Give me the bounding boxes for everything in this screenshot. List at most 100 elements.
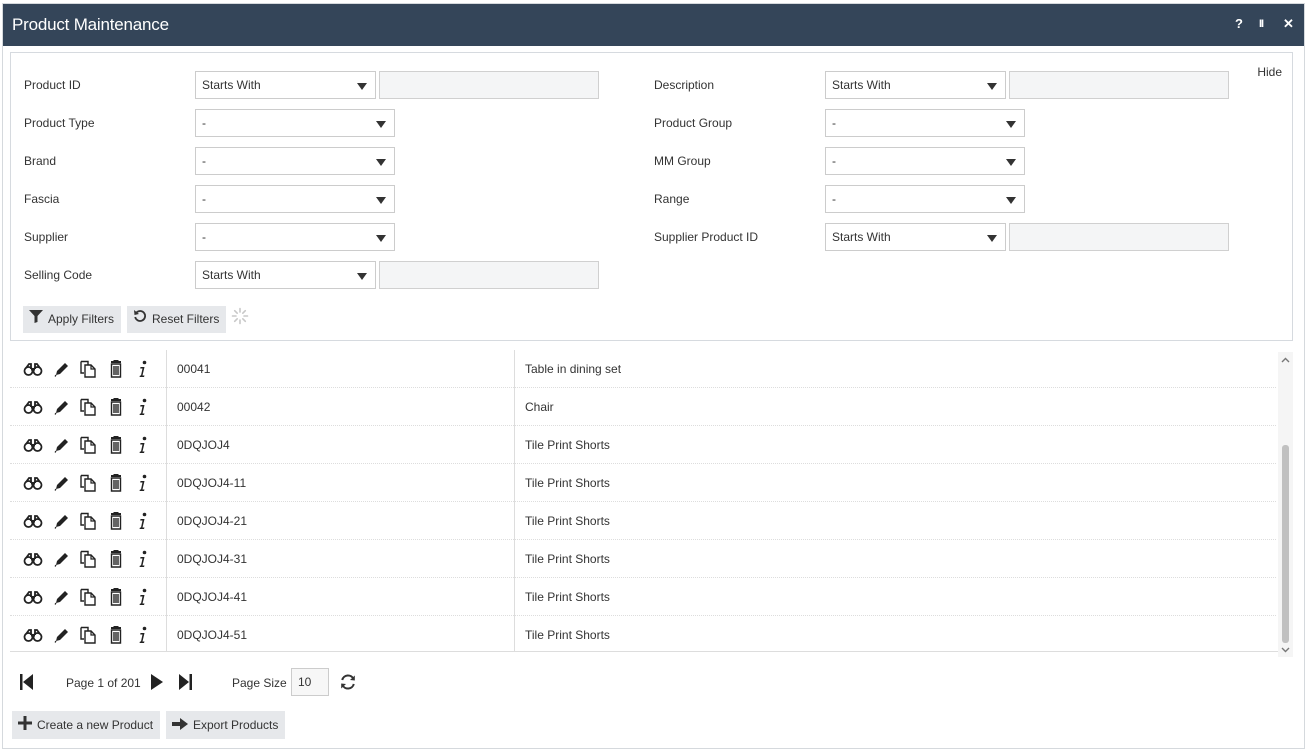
info-icon[interactable]	[133, 512, 153, 530]
export-products-button[interactable]: Export Products	[166, 711, 286, 740]
description-operator-select[interactable]: Starts With	[825, 71, 1006, 99]
plus-icon	[18, 712, 32, 740]
supplier-product-id-operator-select[interactable]: Starts With	[825, 223, 1006, 251]
selling-code-input[interactable]	[379, 261, 599, 289]
fascia-select[interactable]: -	[195, 185, 395, 213]
product-id-operator-select[interactable]: Starts With	[195, 71, 376, 99]
mm-group-label: MM Group	[654, 154, 711, 168]
table-row[interactable]: 00041 Table in dining set	[10, 350, 1276, 388]
copy-icon[interactable]	[78, 626, 98, 644]
apply-filters-button[interactable]: Apply Filters	[23, 306, 122, 333]
chevron-down-icon	[376, 235, 386, 242]
refresh-icon[interactable]	[339, 673, 357, 691]
page-indicator: Page 1 of 201	[66, 676, 141, 690]
table-row[interactable]: 0DQJOJ4-21 Tile Print Shorts	[10, 502, 1276, 540]
range-value: -	[832, 192, 836, 206]
binoculars-icon[interactable]	[23, 550, 43, 568]
chevron-down-icon	[1006, 159, 1016, 166]
description-input[interactable]	[1009, 71, 1229, 99]
supplier-product-id-label: Supplier Product ID	[654, 230, 759, 244]
binoculars-icon[interactable]	[23, 588, 43, 606]
supplier-select[interactable]: -	[195, 223, 395, 251]
table-row[interactable]: 0DQJOJ4-51 Tile Print Shorts	[10, 616, 1276, 651]
binoculars-icon[interactable]	[23, 474, 43, 492]
trash-icon[interactable]	[106, 398, 126, 416]
next-page-icon[interactable]	[151, 674, 163, 690]
pencil-icon[interactable]	[51, 398, 71, 416]
help-button[interactable]: ?	[1235, 17, 1243, 31]
table-row[interactable]: 0DQJOJ4-31 Tile Print Shorts	[10, 540, 1276, 578]
arrow-right-icon	[172, 712, 188, 740]
trash-icon[interactable]	[106, 512, 126, 530]
info-icon[interactable]	[133, 588, 153, 606]
product-id-cell: 00041	[167, 350, 515, 388]
copy-icon[interactable]	[78, 360, 98, 378]
product-group-select[interactable]: -	[825, 109, 1025, 137]
pencil-icon[interactable]	[51, 360, 71, 378]
info-icon[interactable]	[133, 436, 153, 454]
trash-icon[interactable]	[106, 474, 126, 492]
scrollbar-thumb[interactable]	[1282, 445, 1289, 643]
trash-icon[interactable]	[106, 550, 126, 568]
info-icon[interactable]	[133, 360, 153, 378]
mm-group-select[interactable]: -	[825, 147, 1025, 175]
binoculars-icon[interactable]	[23, 512, 43, 530]
fascia-label: Fascia	[24, 192, 60, 206]
pencil-icon[interactable]	[51, 626, 71, 644]
close-button[interactable]: ✕	[1283, 17, 1294, 31]
product-id-input[interactable]	[379, 71, 599, 99]
product-id-cell: 00042	[167, 388, 515, 426]
info-icon[interactable]	[133, 398, 153, 416]
pencil-icon[interactable]	[51, 550, 71, 568]
info-icon[interactable]	[133, 474, 153, 492]
binoculars-icon[interactable]	[23, 626, 43, 644]
copy-icon[interactable]	[78, 550, 98, 568]
copy-icon[interactable]	[78, 512, 98, 530]
pause-button[interactable]: II	[1259, 17, 1264, 31]
chevron-down-icon	[1006, 197, 1016, 204]
trash-icon[interactable]	[106, 588, 126, 606]
trash-icon[interactable]	[106, 436, 126, 454]
row-actions	[10, 350, 167, 388]
first-page-icon[interactable]	[20, 674, 33, 690]
table-row[interactable]: 0DQJOJ4-11 Tile Print Shorts	[10, 464, 1276, 502]
row-actions	[10, 388, 167, 426]
table-row[interactable]: 00042 Chair	[10, 388, 1276, 426]
scroll-down-icon[interactable]	[1281, 645, 1290, 654]
copy-icon[interactable]	[78, 398, 98, 416]
last-page-icon[interactable]	[179, 674, 192, 690]
pencil-icon[interactable]	[51, 512, 71, 530]
page-size-input[interactable]: 10	[291, 668, 329, 696]
product-group-label: Product Group	[654, 116, 733, 130]
binoculars-icon[interactable]	[23, 360, 43, 378]
row-actions	[10, 464, 167, 502]
product-type-select[interactable]: -	[195, 109, 395, 137]
create-product-button[interactable]: Create a new Product	[12, 711, 161, 740]
product-id-cell: 0DQJOJ4-51	[167, 616, 515, 651]
info-icon[interactable]	[133, 626, 153, 644]
reset-filters-button[interactable]: Reset Filters	[127, 306, 227, 333]
supplier-product-id-input[interactable]	[1009, 223, 1229, 251]
table-row[interactable]: 0DQJOJ4 Tile Print Shorts	[10, 426, 1276, 464]
copy-icon[interactable]	[78, 588, 98, 606]
scroll-up-icon[interactable]	[1281, 356, 1290, 365]
brand-select[interactable]: -	[195, 147, 395, 175]
binoculars-icon[interactable]	[23, 398, 43, 416]
grid-scrollbar[interactable]	[1278, 352, 1293, 657]
table-row[interactable]: 0DQJOJ4-41 Tile Print Shorts	[10, 578, 1276, 616]
row-actions	[10, 540, 167, 578]
pencil-icon[interactable]	[51, 588, 71, 606]
info-icon[interactable]	[133, 550, 153, 568]
trash-icon[interactable]	[106, 360, 126, 378]
copy-icon[interactable]	[78, 474, 98, 492]
selling-code-operator-select[interactable]: Starts With	[195, 261, 376, 289]
hide-filters-link[interactable]: Hide	[1257, 65, 1282, 79]
chevron-down-icon	[987, 235, 997, 242]
range-select[interactable]: -	[825, 185, 1025, 213]
trash-icon[interactable]	[106, 626, 126, 644]
pencil-icon[interactable]	[51, 436, 71, 454]
pencil-icon[interactable]	[51, 474, 71, 492]
binoculars-icon[interactable]	[23, 436, 43, 454]
description-cell: Tile Print Shorts	[525, 438, 610, 452]
copy-icon[interactable]	[78, 436, 98, 454]
